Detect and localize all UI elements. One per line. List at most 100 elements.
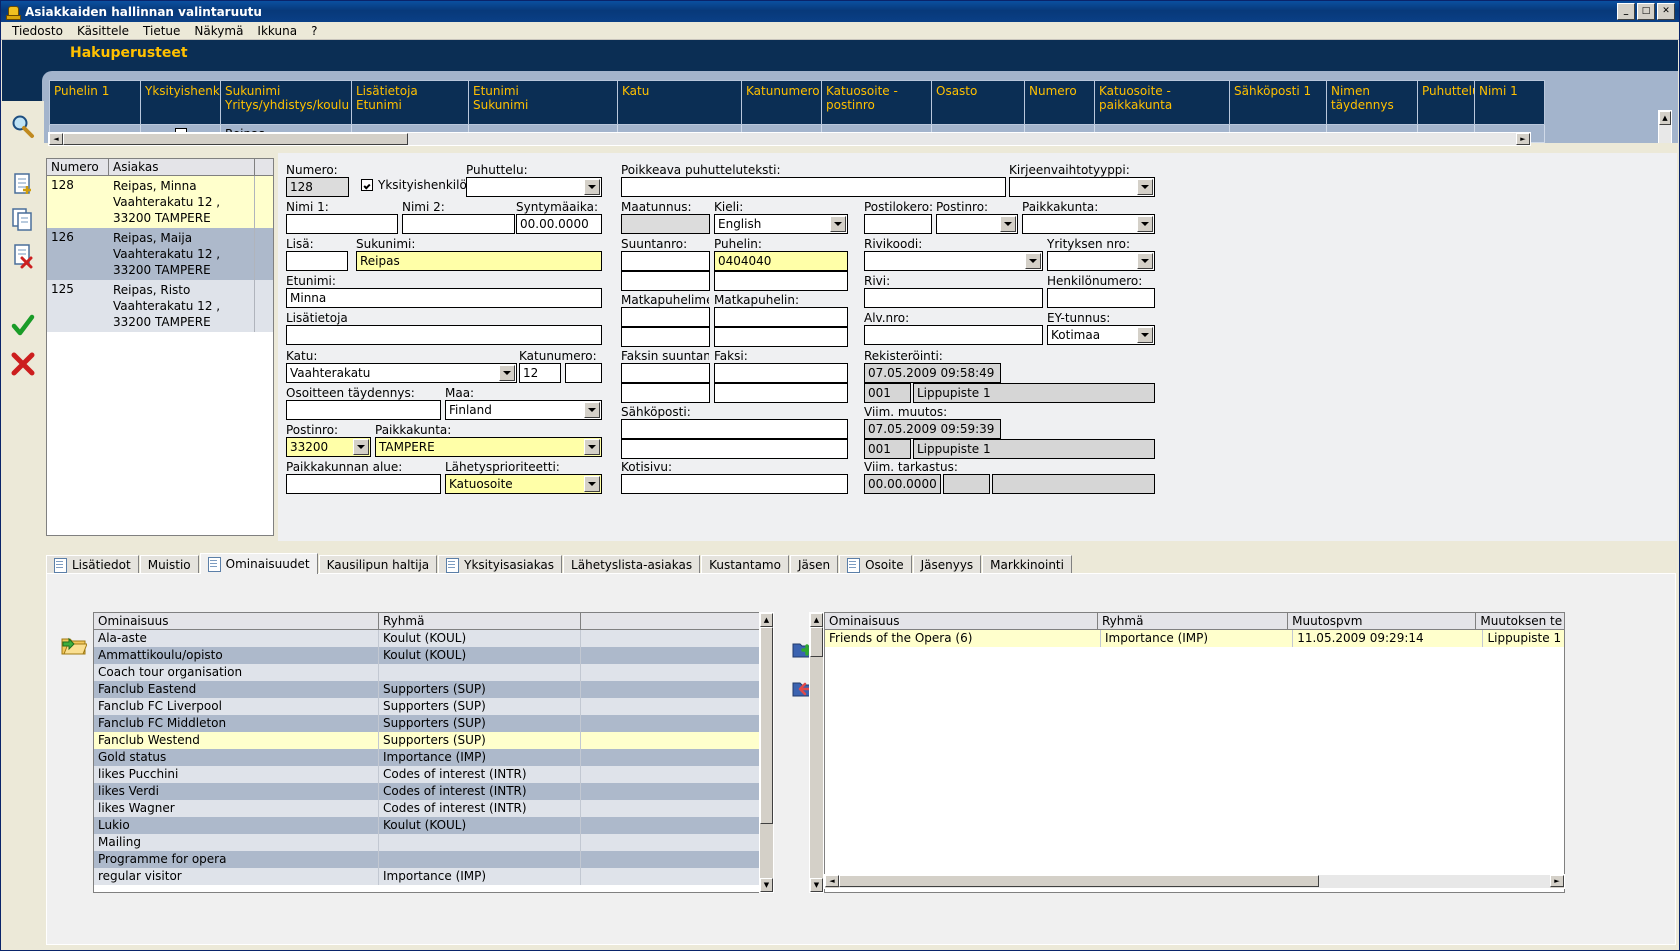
field-osoitteen-taydennys[interactable] [286, 400, 441, 420]
combo-katu[interactable]: Vaahterakatu [286, 363, 517, 383]
scroll-down-icon[interactable]: ▼ [760, 878, 773, 892]
tab-kustantamo[interactable]: Kustantamo [701, 555, 789, 574]
search-col-header[interactable]: Katunumero [742, 80, 822, 125]
property-row[interactable]: Programme for opera [94, 851, 773, 868]
assigned-grid-hscrollbar[interactable]: ◄ ► [824, 874, 1565, 889]
combo-yrityksen-nro[interactable] [1047, 251, 1155, 271]
property-row[interactable]: likes Wagner Codes of interest (INTR) [94, 800, 773, 817]
field-suuntanro-2[interactable] [621, 271, 710, 291]
search-col-header[interactable]: Katu [618, 80, 742, 125]
combo-postinro-right[interactable] [936, 214, 1018, 234]
field-puhelin-2[interactable] [714, 271, 848, 291]
field-kotisivu[interactable] [621, 474, 848, 494]
scroll-up-icon[interactable]: ▲ [1659, 111, 1671, 125]
search-col-header[interactable]: Puhuttelu [1418, 80, 1475, 125]
chevron-down-icon[interactable] [1137, 216, 1153, 232]
maximize-button[interactable]: □ [1637, 3, 1655, 20]
search-icon[interactable] [10, 113, 36, 139]
assigned-properties-grid[interactable]: Ominaisuus Ryhmä Muutospvm Muutoksen te … [824, 612, 1565, 893]
property-row[interactable]: Fanclub FC Liverpool Supporters (SUP) [94, 698, 773, 715]
field-matkapuhelimen-1[interactable] [621, 307, 710, 327]
chevron-down-icon[interactable] [1137, 327, 1153, 343]
scroll-up-icon[interactable]: ▲ [760, 613, 773, 627]
hscroll-thumb[interactable] [839, 875, 1319, 887]
combo-maa[interactable]: Finland [445, 400, 602, 420]
field-katunumero[interactable]: 12 [519, 363, 561, 383]
search-col-header[interactable]: Nimi 1 [1475, 80, 1545, 125]
combo-ey-tunnus[interactable]: Kotimaa [1047, 325, 1155, 345]
chevron-down-icon[interactable] [584, 439, 600, 455]
combo-paikkakunta-right[interactable] [1022, 214, 1155, 234]
field-henkilonumero[interactable] [1047, 288, 1155, 308]
combo-rivikoodi[interactable] [864, 251, 1043, 271]
combo-puhuttelu[interactable] [466, 177, 602, 197]
field-faksin-suuntanro-2[interactable] [621, 383, 710, 403]
minimize-button[interactable]: _ [1617, 3, 1635, 20]
field-matkapuhelin-2[interactable] [714, 327, 848, 347]
available-properties-grid[interactable]: Ominaisuus Ryhmä Ala-aste Koulut (KOUL) Am… [93, 612, 774, 893]
property-row[interactable]: Ala-aste Koulut (KOUL) [94, 630, 773, 647]
field-faksi-2[interactable] [714, 383, 848, 403]
chevron-down-icon[interactable] [1137, 253, 1153, 269]
field-matkapuhelin-1[interactable] [714, 307, 848, 327]
chevron-down-icon[interactable] [1137, 179, 1153, 195]
field-nimi1[interactable] [286, 214, 398, 234]
tab-osoite[interactable]: Osoite [839, 555, 912, 574]
customer-list-item[interactable]: 125 Reipas, Risto Vaahterakatu 12 , 33200… [47, 280, 273, 332]
chevron-down-icon[interactable] [584, 476, 600, 492]
scroll-left-icon[interactable]: ◄ [49, 133, 63, 145]
search-col-header[interactable]: Katuosoite - paikkakunta [1095, 80, 1230, 125]
search-col-header[interactable]: Lisätietoja Etunimi [352, 80, 469, 125]
combo-kieli[interactable]: English [714, 214, 848, 234]
chevron-down-icon[interactable] [830, 216, 846, 232]
property-row[interactable]: Lukio Koulut (KOUL) [94, 817, 773, 834]
chevron-down-icon[interactable] [1025, 253, 1041, 269]
menu-item-ikkuna[interactable]: Ikkuna [250, 23, 304, 39]
combo-lahetysprioriteetti[interactable]: Katuosoite [445, 474, 602, 494]
search-col-header[interactable]: Etunimi Sukunimi [469, 80, 618, 125]
field-syntymaaika[interactable]: 00.00.0000 [516, 214, 602, 234]
search-col-header[interactable]: Sukunimi Yritys/yhdistys/koulu [221, 80, 352, 125]
field-sahkoposti-2[interactable] [621, 439, 848, 459]
new-document-icon[interactable] [10, 171, 36, 197]
field-faksi-1[interactable] [714, 363, 848, 383]
scroll-up-icon[interactable]: ▲ [810, 613, 823, 627]
tab-ominaisuudet[interactable]: Ominaisuudet [199, 553, 318, 574]
vscroll-thumb[interactable] [760, 627, 773, 824]
chevron-down-icon[interactable] [584, 179, 600, 195]
property-row[interactable]: likes Pucchini Codes of interest (INTR) [94, 766, 773, 783]
field-paikkakunnan-alue[interactable] [286, 474, 441, 494]
combo-kirjeenvaihtotyyppi[interactable] [1009, 177, 1155, 197]
scroll-left-icon[interactable]: ◄ [825, 875, 839, 887]
field-sahkoposti-1[interactable] [621, 419, 848, 439]
field-faksin-suuntanro-1[interactable] [621, 363, 710, 383]
scroll-right-icon[interactable]: ► [1550, 875, 1564, 887]
tab-muistio[interactable]: Muistio [139, 555, 199, 574]
tab-j-sen[interactable]: Jäsen [789, 555, 839, 574]
chevron-down-icon[interactable] [499, 365, 515, 381]
menu-item-tiedosto[interactable]: Tiedosto [5, 23, 70, 39]
field-puhelin-1[interactable]: 0404040 [714, 251, 848, 271]
field-katunumero-suffix[interactable] [565, 363, 602, 383]
close-button[interactable]: ✕ [1657, 3, 1675, 20]
menu-item-nakyma[interactable]: Näkymä [187, 23, 250, 39]
field-matkapuhelimen-2[interactable] [621, 327, 710, 347]
field-etunimi[interactable]: Minna [286, 288, 602, 308]
property-row[interactable]: Fanclub Westend Supporters (SUP) [94, 732, 773, 749]
field-lisatietoja[interactable] [286, 325, 602, 345]
combo-postinro[interactable]: 33200 [286, 437, 371, 457]
assigned-property-row[interactable]: Friends of the Opera (6) Importance (IMP)… [825, 630, 1564, 647]
chevron-down-icon[interactable] [353, 439, 369, 455]
hscroll-track[interactable] [63, 133, 1516, 145]
tab-markkinointi[interactable]: Markkinointi [982, 555, 1072, 574]
property-row[interactable]: regular visitor Importance (IMP) [94, 868, 773, 885]
search-col-header[interactable]: Numero [1025, 80, 1095, 125]
scroll-down-icon[interactable]: ▼ [810, 878, 823, 892]
tab-lis-tiedot[interactable]: Lisätiedot [46, 555, 139, 574]
property-row[interactable]: likes Verdi Codes of interest (INTR) [94, 783, 773, 800]
customer-list-item[interactable]: 126 Reipas, Maija Vaahterakatu 12 , 33200… [47, 228, 273, 280]
field-lisa[interactable] [286, 251, 348, 271]
search-grid-hscrollbar[interactable]: ◄ ► [48, 132, 1531, 146]
tab-j-senyys[interactable]: Jäsenyys [912, 555, 982, 574]
scroll-right-icon[interactable]: ► [1516, 133, 1530, 145]
